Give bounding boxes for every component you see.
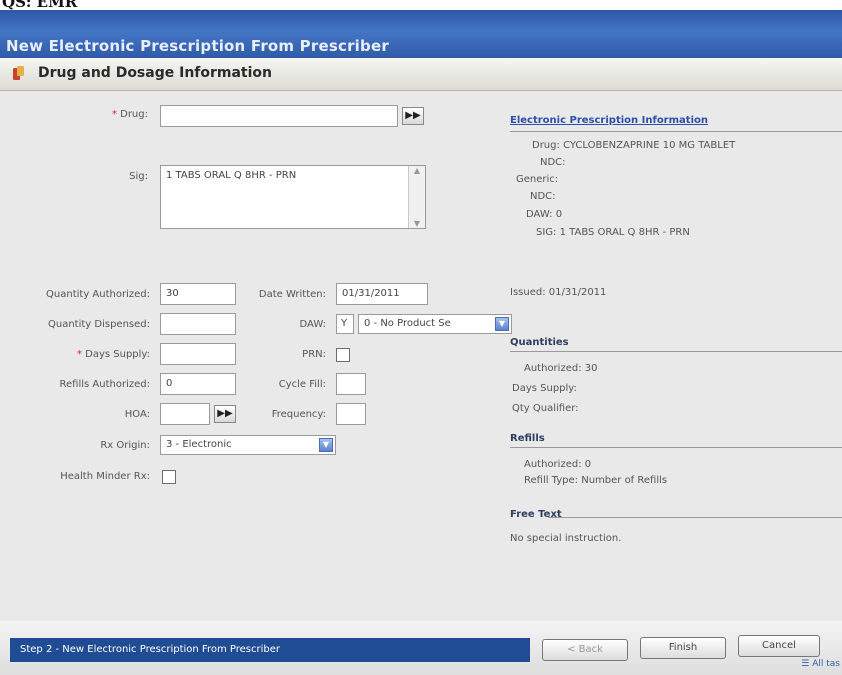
- tasks-icon: ☰: [801, 659, 810, 669]
- daw-code-input[interactable]: Y: [336, 314, 354, 334]
- info-generic-ndc-label: NDC:: [530, 191, 556, 202]
- info-drug: Drug: CYCLOBENZAPRINE 10 MG TABLET: [532, 140, 736, 151]
- date-written-label: Date Written:: [258, 289, 326, 300]
- wizard-step-label: Step 2 - New Electronic Prescription Fro…: [10, 638, 530, 662]
- back-button[interactable]: < Back: [542, 639, 628, 661]
- hoa-input[interactable]: [160, 403, 210, 425]
- prn-label: PRN:: [302, 349, 326, 360]
- refills-type: Refill Type: Number of Refills: [524, 475, 668, 486]
- wizard-footer: Step 2 - New Electronic Prescription Fro…: [0, 621, 842, 675]
- sig-scrollbar[interactable]: ▲ ▼: [408, 166, 425, 228]
- info-issued: Issued: 01/31/2011: [510, 287, 607, 298]
- daw-label: DAW:: [299, 319, 327, 330]
- prescription-icon: [13, 66, 24, 80]
- quantities-header: Quantities: [510, 337, 569, 348]
- cancel-button[interactable]: Cancel: [738, 635, 820, 657]
- chevron-down-icon[interactable]: ▼: [319, 438, 333, 452]
- health-minder-checkbox[interactable]: [162, 470, 176, 484]
- quantities-qty-qualifier: Qty Qualifier:: [512, 403, 579, 414]
- refills-divider: [510, 447, 842, 448]
- refills-header: Refills: [510, 433, 545, 444]
- health-minder-label: Health Minder Rx:: [60, 471, 150, 482]
- hoa-lookup-button[interactable]: ▶▶: [214, 405, 236, 423]
- hoa-label: HOA:: [124, 409, 150, 420]
- all-tasks-link[interactable]: ☰ All tas: [801, 659, 840, 669]
- quantities-authorized: Authorized: 30: [524, 363, 598, 374]
- rx-origin-label: Rx Origin:: [100, 440, 150, 451]
- sig-textarea[interactable]: 1 TABS ORAL Q 8HR - PRN ▲ ▼: [160, 165, 426, 229]
- free-text-header: Free Text: [510, 509, 562, 520]
- drug-lookup-button[interactable]: ▶▶: [402, 107, 424, 125]
- finish-button[interactable]: Finish: [640, 637, 726, 659]
- refills-authorized: Authorized: 0: [524, 459, 592, 470]
- qty-authorized-label: Quantity Authorized:: [46, 289, 150, 300]
- scroll-up-icon[interactable]: ▲: [409, 166, 425, 175]
- info-sig: SIG: 1 TABS ORAL Q 8HR - PRN: [536, 227, 690, 238]
- top-caption: QS: EMR: [0, 0, 842, 11]
- drug-input[interactable]: [160, 105, 398, 127]
- date-written-input[interactable]: 01/31/2011: [336, 283, 428, 305]
- fast-forward-icon: ▶▶: [405, 110, 421, 121]
- info-divider: [510, 131, 842, 132]
- quantities-divider: [510, 351, 842, 352]
- frequency-input[interactable]: [336, 403, 366, 425]
- form-panel: * Drug: ▶▶ Sig: 1 TABS ORAL Q 8HR - PRN …: [0, 91, 842, 621]
- scroll-down-icon[interactable]: ▼: [409, 219, 425, 228]
- info-generic-label: Generic:: [516, 174, 559, 185]
- qty-dispensed-input[interactable]: [160, 313, 236, 335]
- rx-origin-select[interactable]: 3 - Electronic ▼: [160, 435, 336, 455]
- info-ndc-label: NDC:: [540, 157, 566, 168]
- rx-origin-value: 3 - Electronic: [166, 439, 232, 450]
- sig-text: 1 TABS ORAL Q 8HR - PRN: [166, 170, 297, 181]
- chevron-down-icon[interactable]: ▼: [495, 317, 509, 331]
- days-supply-input[interactable]: [160, 343, 236, 365]
- info-header[interactable]: Electronic Prescription Information: [510, 115, 708, 126]
- frequency-label: Frequency:: [271, 409, 326, 420]
- section-header: Drug and Dosage Information: [0, 58, 842, 91]
- drug-label: * Drug:: [111, 109, 148, 120]
- cycle-fill-input[interactable]: [336, 373, 366, 395]
- info-daw: DAW: 0: [526, 209, 563, 220]
- section-title: Drug and Dosage Information: [38, 65, 273, 81]
- cycle-fill-label: Cycle Fill:: [278, 379, 326, 390]
- window-title: New Electronic Prescription From Prescri…: [6, 37, 389, 55]
- qty-dispensed-label: Quantity Dispensed:: [48, 319, 150, 330]
- refills-authorized-input[interactable]: 0: [160, 373, 236, 395]
- fast-forward-icon: ▶▶: [217, 408, 233, 419]
- window-titlebar: New Electronic Prescription From Prescri…: [0, 10, 842, 58]
- free-text-value: No special instruction.: [510, 533, 622, 544]
- daw-select[interactable]: 0 - No Product Se ▼: [358, 314, 512, 334]
- days-supply-label: * Days Supply:: [76, 349, 150, 360]
- refills-authorized-label: Refills Authorized:: [59, 379, 150, 390]
- quantities-days-supply: Days Supply:: [512, 383, 577, 394]
- free-text-divider: [548, 517, 842, 518]
- qty-authorized-input[interactable]: 30: [160, 283, 236, 305]
- prn-checkbox[interactable]: [336, 348, 350, 362]
- sig-label: Sig:: [129, 171, 148, 182]
- daw-select-value: 0 - No Product Se: [364, 318, 451, 329]
